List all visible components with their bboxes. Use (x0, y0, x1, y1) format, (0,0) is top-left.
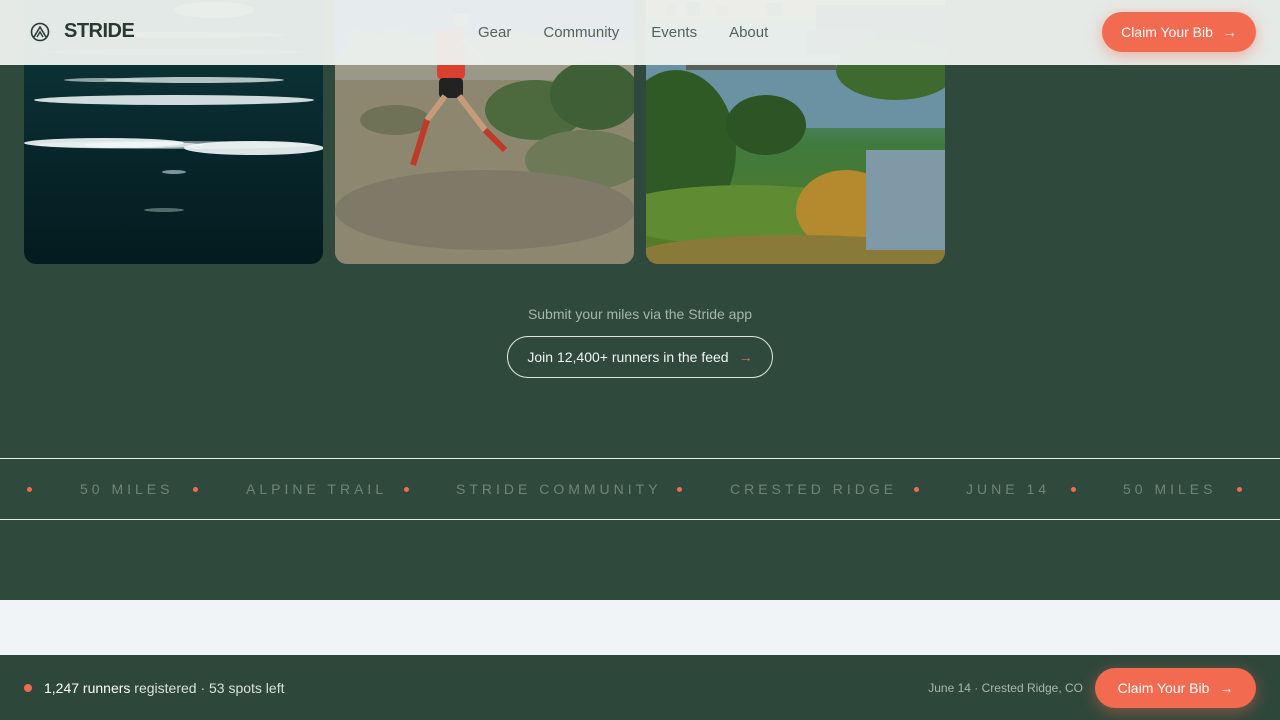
marquee-item: STRIDE COMMUNITY (456, 481, 662, 497)
registered-text: registered · 53 spots left (134, 680, 285, 696)
marquee-dot (193, 487, 198, 492)
marquee-item: ALPINE TRAIL (246, 481, 388, 497)
arrow-right-icon: → (1222, 24, 1237, 40)
event-date-location: June 14 · Crested Ridge, CO (928, 681, 1083, 695)
marquee-dot (914, 487, 919, 492)
claim-bib-footer-label: Claim Your Bib (1117, 680, 1210, 696)
claim-bib-button[interactable]: Claim Your Bib → (1102, 12, 1256, 52)
arrow-right-icon: → (1219, 680, 1234, 696)
marquee-dot (404, 487, 409, 492)
main-nav: Gear Community Events About (478, 0, 800, 65)
registration-status: 1,247 runners registered · 53 spots left (44, 680, 284, 696)
nav-item-events[interactable]: Events (651, 24, 697, 41)
arrow-right-icon: → (738, 349, 753, 365)
brand-name: STRIDE (64, 20, 135, 42)
nav-item-community[interactable]: Community (543, 24, 619, 41)
marquee-item: 50 MILES (1123, 481, 1217, 497)
join-feed-button[interactable]: Join 12,400+ runners in the feed → (507, 336, 773, 378)
runners-count: 1,247 runners (44, 680, 131, 696)
event-marquee: 50 MILES ALPINE TRAIL STRIDE COMMUNITY C… (0, 458, 1280, 520)
marquee-dot (27, 487, 32, 492)
marquee-dot (1237, 487, 1242, 492)
claim-bib-footer-button[interactable]: Claim Your Bib → (1095, 668, 1256, 708)
marquee-item: CRESTED RIDGE (730, 481, 898, 497)
marquee-dot (677, 487, 682, 492)
join-feed-label: Join 12,400+ runners in the feed (527, 349, 729, 365)
mountain-logo-icon (30, 22, 50, 41)
site-header: STRIDE Gear Community Events About Claim… (0, 0, 1280, 65)
marquee-item: 50 MILES (80, 481, 174, 497)
marquee-item: JUNE 14 (966, 481, 1051, 497)
nav-item-about[interactable]: About (729, 24, 768, 41)
light-section-band (0, 600, 1280, 655)
marquee-dot (1071, 487, 1076, 492)
submit-miles-text: Submit your miles via the Stride app (527, 306, 753, 322)
nav-item-gear[interactable]: Gear (478, 24, 511, 41)
live-status-dot (24, 684, 32, 692)
brand[interactable]: STRIDE (30, 20, 135, 43)
claim-bib-label: Claim Your Bib (1121, 24, 1213, 40)
